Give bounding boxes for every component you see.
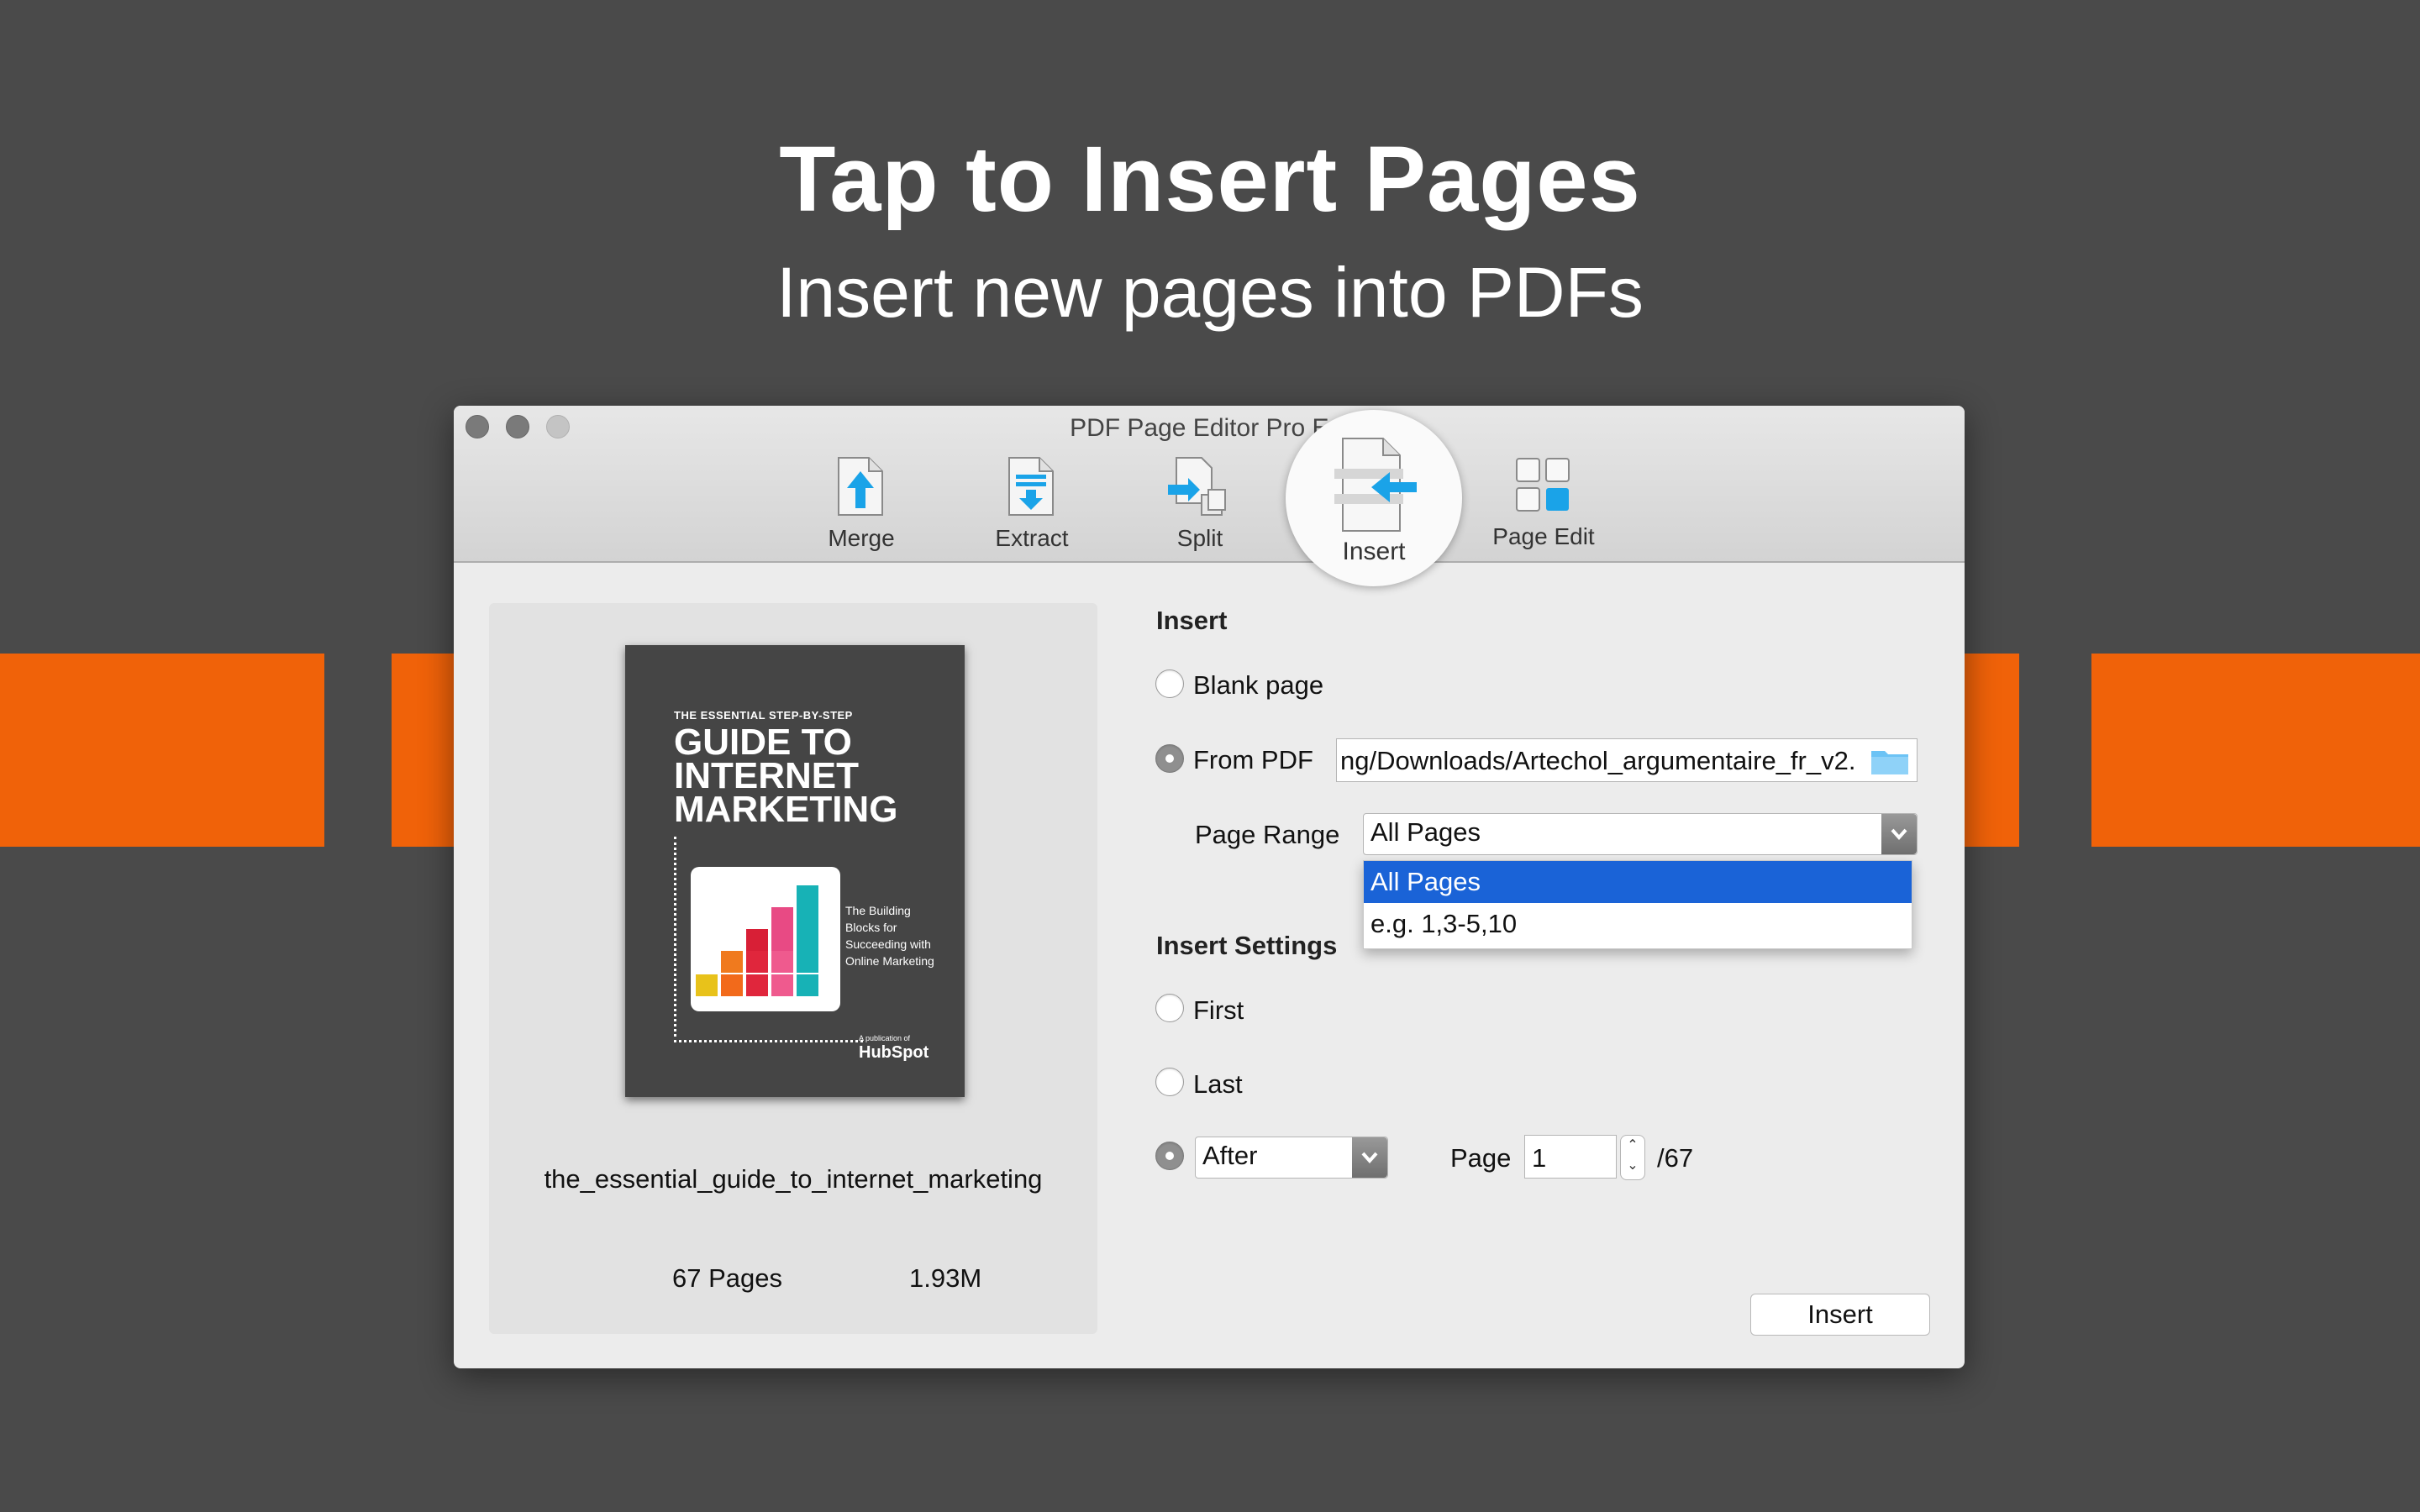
chevron-down-icon[interactable] (1352, 1137, 1387, 1178)
page-range-selected-value: All Pages (1370, 817, 1481, 847)
last-label[interactable]: Last (1193, 1069, 1243, 1100)
pdf-path-field[interactable]: ng/Downloads/Artechol_argumentaire_fr_v2… (1336, 738, 1918, 782)
building-blocks-illustration (696, 885, 818, 996)
merge-label: Merge (828, 525, 895, 551)
app-window: PDF Page Editor Pro Edi Merge Extract Sp… (454, 406, 1965, 1368)
extract-tool-button[interactable]: Extract (960, 456, 1103, 552)
document-file-name: the_essential_guide_to_internet_marketin… (544, 1164, 1043, 1194)
page-range-dropdown-menu: All Pages e.g. 1,3-5,10 (1363, 860, 1912, 949)
dropdown-option-custom-range[interactable]: e.g. 1,3-5,10 (1364, 903, 1912, 945)
split-icon (1168, 457, 1226, 516)
from-pdf-label[interactable]: From PDF (1193, 745, 1313, 775)
cover-title: GUIDE TO INTERNET MARKETING (674, 722, 898, 830)
stepper-up-icon[interactable]: ⌃ (1621, 1136, 1644, 1156)
document-page-count: 67 Pages (672, 1263, 782, 1293)
extract-label: Extract (995, 525, 1069, 551)
folder-icon[interactable] (1870, 746, 1910, 776)
insert-settings-heading: Insert Settings (1156, 931, 1338, 960)
document-thumbnail: THE ESSENTIAL STEP-BY-STEP GUIDE TO INTE… (625, 645, 965, 1097)
page-number-stepper[interactable]: ⌃ ⌄ (1620, 1135, 1645, 1180)
blank-page-label[interactable]: Blank page (1193, 670, 1323, 701)
pdf-path-text: ng/Downloads/Artechol_argumentaire_fr_v2… (1340, 746, 1856, 775)
dropdown-option-all-pages[interactable]: All Pages (1364, 861, 1912, 903)
window-title: PDF Page Editor Pro Edi (1070, 414, 1349, 442)
page-number-label: Page (1450, 1143, 1512, 1173)
hubspot-logo: HubSpot (859, 1043, 929, 1062)
page-edit-icon (1516, 458, 1570, 512)
orange-stripe-segment (2091, 654, 2420, 847)
blank-page-radio[interactable] (1155, 669, 1184, 698)
cover-title-line: GUIDE TO (674, 722, 852, 763)
stepper-down-icon[interactable]: ⌄ (1621, 1156, 1644, 1176)
document-preview-panel: THE ESSENTIAL STEP-BY-STEP GUIDE TO INTE… (489, 603, 1097, 1334)
insert-tool-button[interactable]: Insert (1286, 410, 1462, 586)
first-radio[interactable] (1155, 994, 1184, 1022)
page-edit-label: Page Edit (1492, 523, 1595, 549)
split-tool-button[interactable]: Split (1128, 456, 1271, 552)
from-pdf-radio[interactable] (1155, 744, 1184, 773)
page-number-field[interactable]: 1 (1524, 1135, 1617, 1179)
page-edit-tool-button[interactable]: Page Edit (1472, 456, 1615, 550)
promo-subtitle: Insert new pages into PDFs (776, 253, 1644, 332)
position-selected-value: After (1202, 1141, 1258, 1170)
extract-icon (1008, 457, 1054, 516)
cover-blurb-line: The Building (845, 904, 911, 917)
promo-title: Tap to Insert Pages (779, 128, 1641, 231)
split-label: Split (1176, 525, 1223, 551)
orange-stripe-segment (1958, 654, 2019, 847)
position-select[interactable]: After (1195, 1137, 1388, 1179)
insert-section-heading: Insert (1156, 606, 1228, 635)
page-range-select[interactable]: All Pages (1363, 813, 1918, 855)
cover-blurb-line: Blocks for (845, 921, 897, 934)
cover-publisher-note: A publication of (859, 1034, 911, 1042)
page-number-value: 1 (1532, 1143, 1547, 1173)
cover-title-line: MARKETING (674, 789, 898, 830)
cover-blurb: The Building Blocks for Succeeding with … (845, 902, 934, 969)
after-radio[interactable] (1155, 1142, 1184, 1170)
chevron-down-icon[interactable] (1881, 814, 1917, 854)
last-radio[interactable] (1155, 1068, 1184, 1096)
insert-icon (1334, 438, 1417, 532)
insert-button[interactable]: Insert (1750, 1294, 1930, 1336)
merge-tool-button[interactable]: Merge (790, 456, 933, 552)
cover-pretitle: THE ESSENTIAL STEP-BY-STEP (674, 709, 853, 722)
insert-tool-label: Insert (1342, 538, 1406, 565)
cover-title-line: INTERNET (674, 755, 859, 796)
page-total-label: /67 (1657, 1143, 1694, 1173)
cover-illustration (691, 867, 840, 1011)
page-range-label: Page Range (1195, 820, 1340, 849)
cover-blurb-line: Succeeding with (845, 937, 931, 951)
toolbar: PDF Page Editor Pro Edi Merge Extract Sp… (454, 406, 1965, 563)
cover-blurb-line: Online Marketing (845, 954, 934, 968)
document-file-size: 1.93M (909, 1263, 982, 1293)
merge-icon (838, 457, 883, 516)
first-label[interactable]: First (1193, 995, 1244, 1026)
orange-stripe-segment (0, 654, 324, 847)
